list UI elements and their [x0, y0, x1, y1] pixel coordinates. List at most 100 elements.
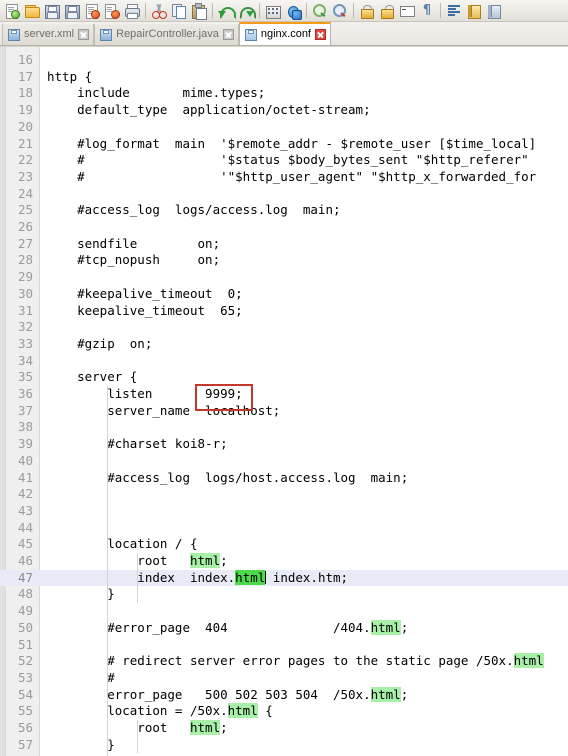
page-red-glyph [84, 3, 100, 19]
code-line-text: server { [47, 369, 138, 385]
code-line[interactable]: 34 [0, 353, 568, 370]
code-line[interactable]: 55 location = /50x.html { [0, 703, 568, 720]
code-line[interactable]: 23 # '"$http_user_agent" "$http_x_forwar… [0, 169, 568, 186]
code-line[interactable]: 18 include mime.types; [0, 85, 568, 102]
code-line[interactable]: 44 [0, 520, 568, 537]
print-icon[interactable] [122, 1, 142, 21]
cut-icon[interactable] [149, 1, 169, 21]
unlock-icon[interactable] [377, 1, 397, 21]
code-line[interactable]: 47 index index.html index.htm; [0, 569, 568, 587]
code-line[interactable]: 30 #keepalive_timeout 0; [0, 286, 568, 303]
code-line[interactable]: 31 keepalive_timeout 65; [0, 303, 568, 320]
revert-icon[interactable] [102, 1, 122, 21]
line-number: 57 [17, 736, 33, 752]
more-icon[interactable] [484, 1, 504, 21]
code-line[interactable]: 52 # redirect server error pages to the … [0, 653, 568, 670]
code-line[interactable]: 26 [0, 219, 568, 236]
code-line[interactable]: 16 [0, 52, 568, 69]
editor-tab-repaircontroller-java[interactable]: RepairController.java [94, 24, 239, 45]
code-line[interactable]: 42 [0, 486, 568, 503]
toolbar-separator [306, 3, 307, 18]
code-line[interactable]: 21 #log_format main '$remote_addr - $rem… [0, 136, 568, 153]
code-line-text: # redirect server error pages to the sta… [47, 653, 544, 669]
code-line[interactable]: 35 server { [0, 369, 568, 386]
code-line[interactable]: 50 #error_page 404 /404.html; [0, 619, 568, 637]
code-line[interactable]: 43 [0, 503, 568, 520]
run-icon[interactable] [310, 1, 330, 21]
search-match: html [227, 703, 258, 719]
code-line[interactable]: 25 #access_log logs/access.log main; [0, 202, 568, 219]
code-line-text: } [47, 586, 115, 602]
code-line[interactable]: 48 } [0, 586, 568, 603]
close-icon[interactable] [222, 29, 234, 40]
code-line[interactable]: 40 [0, 453, 568, 470]
code-line[interactable]: 56 root html; [0, 720, 568, 737]
new-icon[interactable] [2, 1, 22, 21]
code-line[interactable]: 27 sendfile on; [0, 236, 568, 253]
format-icon[interactable] [444, 1, 464, 21]
code-line[interactable]: 22 # '$status $body_bytes_sent "$http_re… [0, 152, 568, 169]
copy-icon[interactable] [169, 1, 189, 21]
line-number: 18 [17, 85, 33, 101]
line-number: 25 [17, 202, 33, 218]
close-icon[interactable] [78, 29, 90, 40]
file-icon [8, 28, 20, 41]
close-icon[interactable] [315, 29, 326, 40]
code-editor[interactable]: 16 17 http {18 include mime.types; 19 defau… [0, 46, 568, 756]
line-number: 28 [17, 252, 33, 268]
line-number: 53 [17, 669, 33, 685]
open-folder-icon[interactable] [22, 1, 42, 21]
save-as-icon[interactable] [62, 1, 82, 21]
code-content[interactable]: 16 17 http {18 include mime.types; 19 defau… [0, 47, 568, 756]
code-line[interactable]: 45 location / { [0, 536, 568, 553]
code-line[interactable]: 36 listen 9999; [0, 386, 568, 403]
new-file-glyph [4, 3, 20, 19]
run-external-icon[interactable] [330, 1, 350, 21]
code-line[interactable]: 57 } [0, 737, 568, 754]
code-line[interactable]: 17 http { [0, 69, 568, 86]
code-line[interactable]: 51 [0, 637, 568, 654]
terminal-icon[interactable] [397, 1, 417, 21]
book-glyph [466, 3, 482, 19]
code-line-text: listen 9999; [47, 386, 243, 401]
code-line[interactable]: 32 [0, 319, 568, 336]
debug-icon[interactable] [283, 1, 303, 21]
undo-icon[interactable] [216, 1, 236, 21]
lock-icon[interactable] [357, 1, 377, 21]
search-match: html [190, 720, 221, 735]
editor-tab-server-xml[interactable]: server.xml [2, 24, 95, 45]
editor-tab-nginx-conf[interactable]: nginx.conf [238, 22, 331, 45]
code-line[interactable]: 39 #charset koi8-r; [0, 436, 568, 453]
line-number: 48 [17, 586, 33, 602]
redo-icon[interactable] [236, 1, 256, 21]
save-all-icon[interactable] [82, 1, 102, 21]
code-line[interactable]: 53 # [0, 670, 568, 687]
code-line-text: sendfile on; [47, 235, 221, 251]
build-icon[interactable] [263, 1, 283, 21]
code-line-text: #charset koi8-r; [47, 436, 228, 452]
help-icon[interactable] [464, 1, 484, 21]
code-line[interactable]: 38 [0, 419, 568, 436]
code-line[interactable]: 49 [0, 603, 568, 620]
code-line[interactable]: 19 default_type application/octet-stream… [0, 102, 568, 119]
line-number: 23 [17, 168, 33, 184]
indent-guide [137, 553, 139, 604]
pilcrow-icon[interactable]: ¶ [417, 1, 437, 21]
book-alt-glyph [486, 3, 502, 19]
code-line[interactable]: 54 error_page 500 502 503 504 /50x.html; [0, 686, 568, 704]
code-line[interactable]: 20 [0, 119, 568, 136]
line-number: 42 [17, 486, 33, 502]
code-line[interactable]: 41 #access_log logs/host.access.log main… [0, 470, 568, 487]
line-number: 38 [17, 419, 33, 435]
code-line[interactable]: 28 #tcp_nopush on; [0, 252, 568, 269]
redo-arrow-glyph [238, 3, 256, 19]
paste-icon[interactable] [189, 1, 209, 21]
code-line-text: #gzip on; [47, 335, 153, 351]
code-line[interactable]: 37 server_name localhost; [0, 403, 568, 420]
code-line[interactable]: 29 [0, 269, 568, 286]
code-line[interactable]: 46 root html; [0, 553, 568, 570]
code-line[interactable]: 24 [0, 186, 568, 203]
line-number: 26 [17, 219, 33, 234]
save-icon[interactable] [42, 1, 62, 21]
code-line[interactable]: 33 #gzip on; [0, 336, 568, 353]
